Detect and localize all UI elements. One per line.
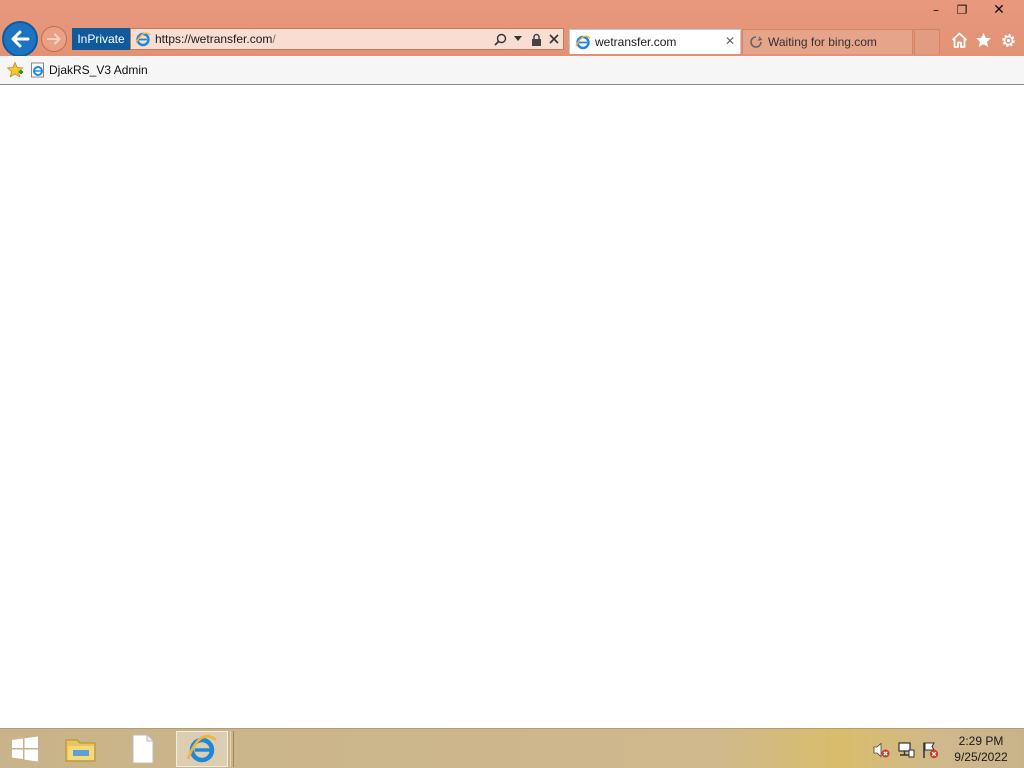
internet-explorer-icon <box>186 735 217 763</box>
tab-label: Waiting for bing.com <box>768 35 877 49</box>
clock-date: 9/25/2022 <box>954 750 1008 764</box>
taskbar-file-explorer[interactable] <box>56 731 106 767</box>
forward-arrow-icon <box>47 33 61 45</box>
favorites-bar: DjakRS_V3 Admin <box>0 56 1024 85</box>
windows-taskbar: 2:29 PM 9/25/2022 <box>0 728 1024 768</box>
stop-icon[interactable] <box>547 31 561 47</box>
favorite-link-label: DjakRS_V3 Admin <box>49 63 148 77</box>
address-url[interactable]: https://wetransfer.com/ <box>155 32 276 46</box>
new-tab-button[interactable] <box>914 29 940 54</box>
tab-bing-loading[interactable]: Waiting for bing.com <box>742 29 913 54</box>
loading-spinner-icon <box>750 36 763 48</box>
system-clock[interactable]: 2:29 PM 9/25/2022 <box>944 733 1018 765</box>
back-arrow-icon <box>11 30 30 48</box>
address-tools <box>493 31 561 47</box>
blank-document-icon <box>132 734 154 764</box>
minimize-button[interactable]: – <box>922 0 950 20</box>
search-icon[interactable] <box>493 31 507 47</box>
page-content-area[interactable] <box>0 85 1024 728</box>
network-icon[interactable] <box>897 741 915 759</box>
inprivate-indicator: InPrivate <box>72 28 130 50</box>
clock-time: 2:29 PM <box>958 734 1004 748</box>
ie-page-icon <box>135 32 151 47</box>
dropdown-icon[interactable] <box>511 31 525 47</box>
tab-wetransfer[interactable]: wetransfer.com ✕ <box>569 29 741 54</box>
favorite-link-djakrs-admin[interactable]: DjakRS_V3 Admin <box>30 62 148 78</box>
back-button[interactable] <box>2 21 38 57</box>
restore-button[interactable]: ❐ <box>948 0 976 20</box>
lock-icon[interactable] <box>529 31 543 47</box>
settings-gear-icon[interactable] <box>998 30 1018 50</box>
home-icon[interactable] <box>949 30 969 50</box>
windows-logo-icon <box>12 736 38 762</box>
forward-button[interactable] <box>41 26 67 52</box>
ie-page-icon <box>575 35 591 50</box>
browser-titlebar: – ❐ ✕ InPrivate https://wetransfer.com/ <box>0 0 1024 57</box>
action-center-flag-icon[interactable] <box>921 741 939 759</box>
folder-icon <box>65 739 96 762</box>
taskbar-separator <box>230 731 234 767</box>
start-button[interactable] <box>0 731 50 767</box>
taskbar-internet-explorer[interactable] <box>176 731 228 767</box>
address-bar[interactable]: https://wetransfer.com/ <box>130 28 564 50</box>
add-to-favorites-bar-icon[interactable] <box>6 61 24 79</box>
volume-muted-icon[interactable] <box>872 741 890 759</box>
ie-page-icon <box>31 62 44 78</box>
tab-label: wetransfer.com <box>595 35 677 49</box>
close-tab-icon[interactable]: ✕ <box>725 34 735 48</box>
favorites-star-icon[interactable] <box>973 30 993 50</box>
close-window-button[interactable]: ✕ <box>982 0 1016 20</box>
taskbar-document[interactable] <box>118 731 168 767</box>
